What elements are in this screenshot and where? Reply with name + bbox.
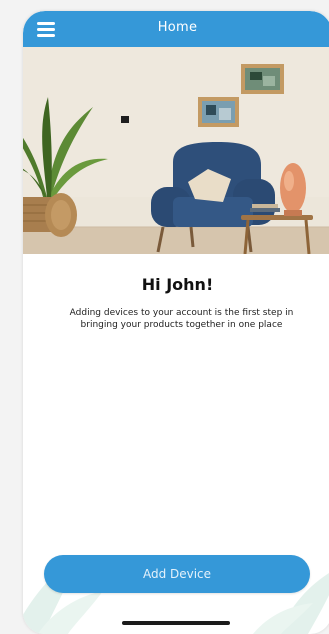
hero-image xyxy=(23,47,329,254)
app-bar: Home xyxy=(23,11,329,47)
intro-text: Adding devices to your account is the fi… xyxy=(69,308,294,330)
home-indicator xyxy=(122,621,230,625)
add-device-button[interactable]: Add Device xyxy=(44,555,310,593)
page-title: Home xyxy=(157,20,198,35)
wall-switch xyxy=(121,116,129,123)
app-screen: Home Hi John! Adding devices to your acc… xyxy=(23,11,329,634)
greeting-heading: Hi John! xyxy=(141,275,214,294)
